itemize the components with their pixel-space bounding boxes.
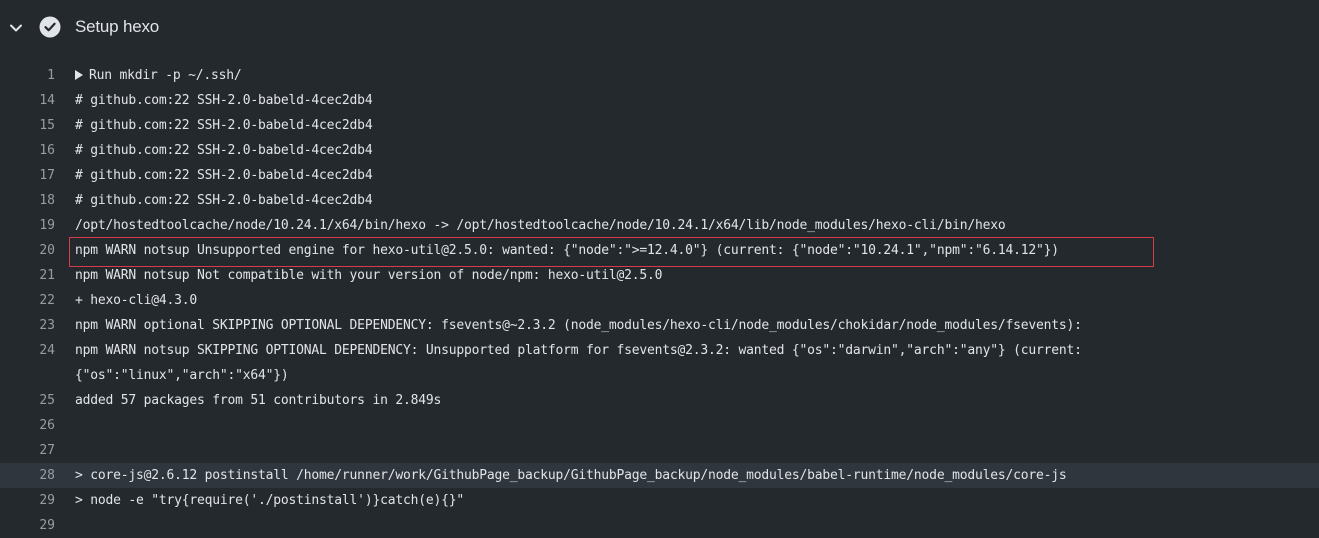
line-number[interactable]: 23	[0, 313, 55, 338]
line-number[interactable]: 14	[0, 88, 55, 113]
log-line: 29 > node -e "try{require('./postinstall…	[0, 488, 1319, 513]
line-number[interactable]: 18	[0, 188, 55, 213]
line-number[interactable]: 15	[0, 113, 55, 138]
log-line-text: # github.com:22 SSH-2.0-babeld-4cec2db4	[75, 118, 373, 133]
log-line-text: # github.com:22 SSH-2.0-babeld-4cec2db4	[75, 143, 373, 158]
log-line-text: # github.com:22 SSH-2.0-babeld-4cec2db4	[75, 93, 373, 108]
step-header[interactable]: Setup hexo	[0, 0, 1319, 56]
line-number[interactable]: 22	[0, 288, 55, 313]
chevron-down-icon[interactable]	[8, 20, 24, 36]
step-title: Setup hexo	[75, 17, 160, 36]
log-line-text: added 57 packages from 51 contributors i…	[75, 393, 442, 408]
log-line-text: {"os":"linux","arch":"x64"})	[75, 368, 289, 383]
log-line: 14 # github.com:22 SSH-2.0-babeld-4cec2d…	[0, 88, 1319, 113]
log-line: 21 npm WARN notsup Not compatible with y…	[0, 263, 1319, 288]
line-number[interactable]: 25	[0, 388, 55, 413]
log-line-text: # github.com:22 SSH-2.0-babeld-4cec2db4	[75, 168, 373, 183]
log-line: 29	[0, 513, 1319, 538]
log-line: 17 # github.com:22 SSH-2.0-babeld-4cec2d…	[0, 163, 1319, 188]
line-number[interactable]: 27	[0, 438, 55, 463]
log-line-text: npm WARN notsup Not compatible with your…	[75, 268, 663, 283]
log-line-text: > node -e "try{require('./postinstall')}…	[75, 493, 464, 508]
line-number[interactable]: 28	[0, 463, 55, 488]
line-number[interactable]: 16	[0, 138, 55, 163]
log-line-text: > core-js@2.6.12 postinstall /home/runne…	[75, 468, 1067, 483]
expand-triangle-icon[interactable]	[75, 70, 83, 80]
log-line-text: npm WARN notsup Unsupported engine for h…	[75, 243, 1059, 258]
log-line: 24 npm WARN notsup SKIPPING OPTIONAL DEP…	[0, 338, 1319, 363]
log-line: 23 npm WARN optional SKIPPING OPTIONAL D…	[0, 313, 1319, 338]
log-line-text: + hexo-cli@4.3.0	[75, 293, 198, 308]
log-line-wrapped: {"os":"linux","arch":"x64"})	[0, 363, 1319, 388]
log-line: 18 # github.com:22 SSH-2.0-babeld-4cec2d…	[0, 188, 1319, 213]
line-number[interactable]: 29	[0, 513, 55, 538]
log-line: 15 # github.com:22 SSH-2.0-babeld-4cec2d…	[0, 113, 1319, 138]
log-line-collapsible[interactable]: 1 Run mkdir -p ~/.ssh/	[0, 63, 1319, 88]
line-number[interactable]: 26	[0, 413, 55, 438]
check-circle-icon	[39, 16, 61, 38]
line-number[interactable]: 20	[0, 238, 55, 263]
log-line-text: npm WARN optional SKIPPING OPTIONAL DEPE…	[75, 318, 1082, 333]
log-line-text: /opt/hostedtoolcache/node/10.24.1/x64/bi…	[75, 218, 1006, 233]
line-number[interactable]: 24	[0, 338, 55, 363]
log-line: 19 /opt/hostedtoolcache/node/10.24.1/x64…	[0, 213, 1319, 238]
line-number[interactable]: 19	[0, 213, 55, 238]
line-number[interactable]: 1	[0, 63, 55, 88]
line-number[interactable]: 21	[0, 263, 55, 288]
line-number[interactable]: 17	[0, 163, 55, 188]
log-line-highlighted: 28 > core-js@2.6.12 postinstall /home/ru…	[0, 463, 1319, 488]
log-line-warning-boxed: 20 npm WARN notsup Unsupported engine fo…	[0, 238, 1319, 263]
log-line: 25 added 57 packages from 51 contributor…	[0, 388, 1319, 413]
log-line-text: npm WARN notsup SKIPPING OPTIONAL DEPEND…	[75, 343, 1082, 358]
log-line: 27	[0, 438, 1319, 463]
log-line: 22 + hexo-cli@4.3.0	[0, 288, 1319, 313]
log-line-text: # github.com:22 SSH-2.0-babeld-4cec2db4	[75, 193, 373, 208]
line-number[interactable]: 29	[0, 488, 55, 513]
log-line: 16 # github.com:22 SSH-2.0-babeld-4cec2d…	[0, 138, 1319, 163]
log-line-text: Run mkdir -p ~/.ssh/	[89, 68, 242, 83]
log-line: 26	[0, 413, 1319, 438]
